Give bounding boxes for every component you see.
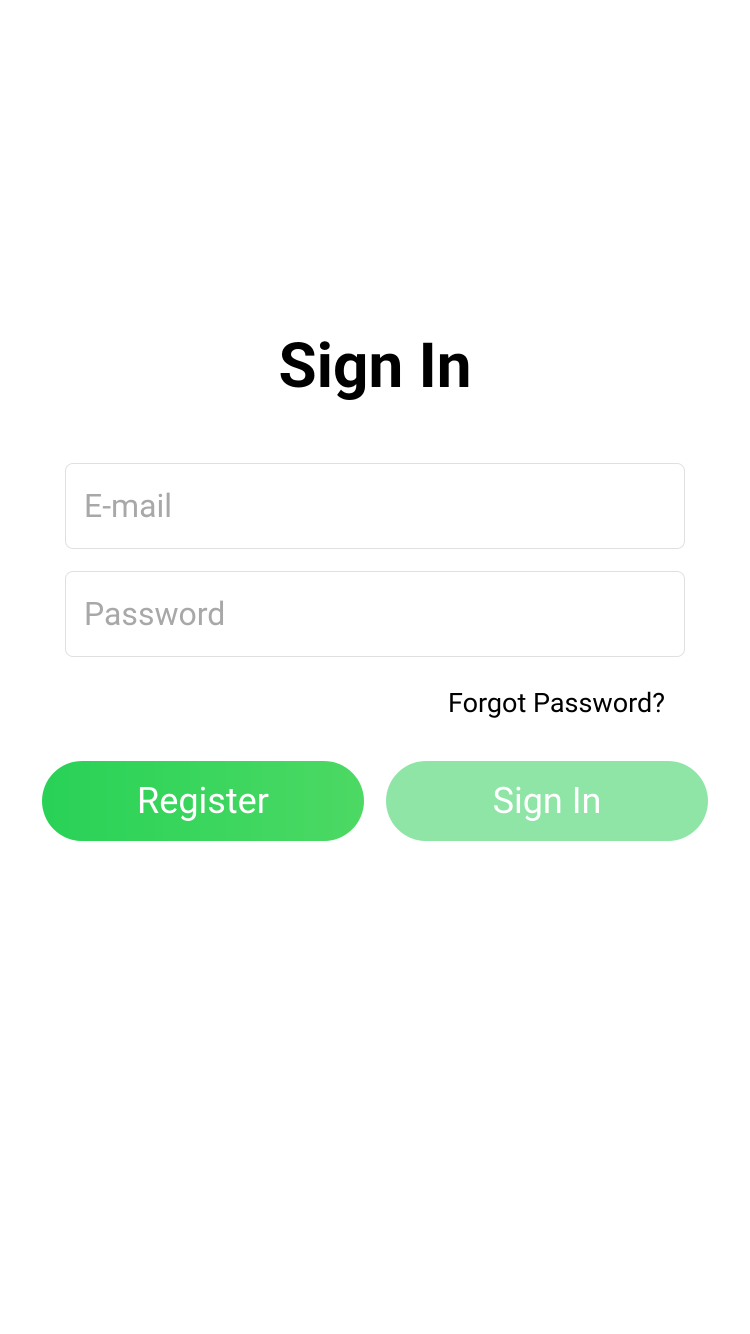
forgot-password-row: Forgot Password?: [43, 687, 707, 719]
password-field[interactable]: [65, 571, 685, 657]
button-row: Register Sign In: [42, 761, 708, 841]
page-title: Sign In: [278, 330, 471, 403]
email-input-wrapper: [65, 463, 685, 549]
forgot-password-link[interactable]: Forgot Password?: [448, 687, 665, 719]
signin-button[interactable]: Sign In: [386, 761, 708, 841]
email-field[interactable]: [65, 463, 685, 549]
register-button[interactable]: Register: [42, 761, 364, 841]
signin-container: Sign In Forgot Password? Register Sign I…: [0, 0, 750, 841]
password-input-wrapper: [65, 571, 685, 657]
